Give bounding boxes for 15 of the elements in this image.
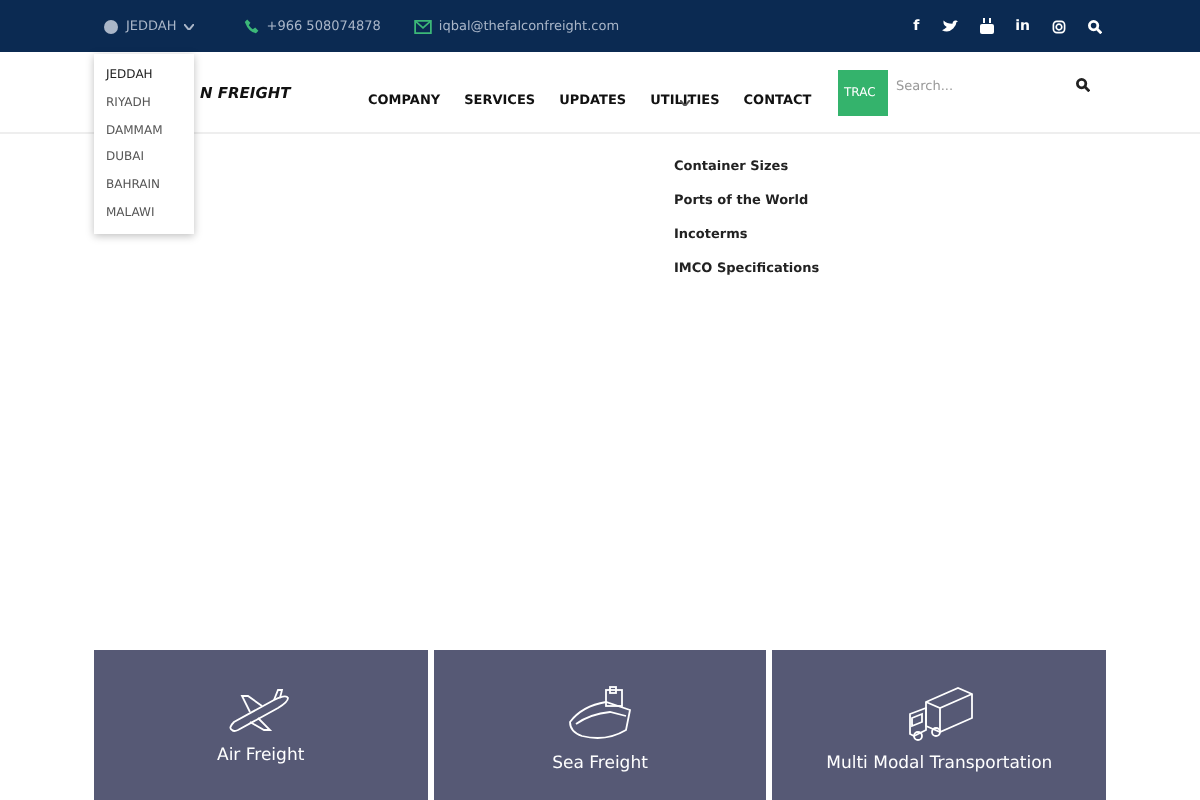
ship-icon — [566, 686, 634, 742]
plane-icon — [226, 686, 295, 734]
service-title: Air Freight — [217, 746, 305, 766]
service-card[interactable]: Multi Modal Transportation — [772, 650, 1107, 800]
service-card[interactable]: Air Freight — [94, 650, 428, 800]
truck-icon — [905, 686, 974, 742]
bird-icon[interactable] — [941, 19, 958, 33]
phone-icon — [244, 18, 261, 34]
mail-icon — [414, 19, 433, 33]
service-title: Multi Modal Transportation — [826, 754, 1053, 774]
service-title: Sea Freight — [552, 754, 648, 774]
service-card[interactable]: Sea Freight — [433, 650, 767, 800]
camera-icon[interactable] — [1052, 19, 1066, 33]
search-icon[interactable] — [1076, 78, 1090, 92]
caret-icon — [184, 23, 195, 29]
